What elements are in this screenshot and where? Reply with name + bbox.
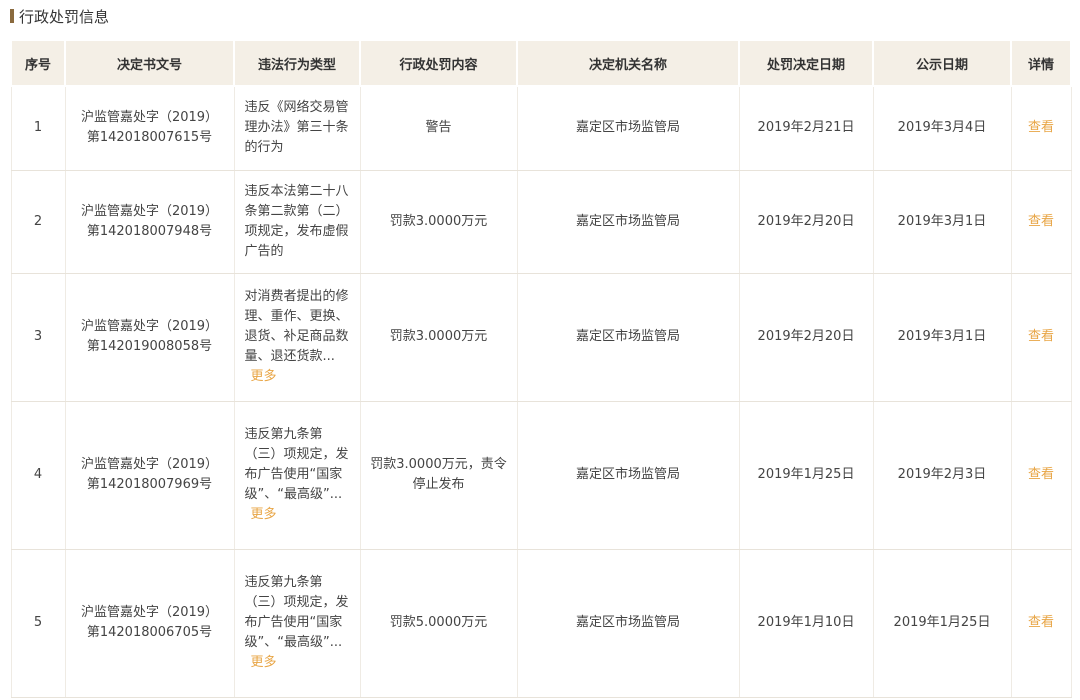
view-detail-link[interactable]: 查看 (1028, 329, 1054, 344)
table-row: 4 沪监管嘉处字（2019） 第142018007969号 违反第九条第（三）项… (10, 401, 1072, 550)
more-link[interactable]: 更多 (251, 369, 277, 384)
cell-index: 3 (10, 273, 66, 402)
cell-penalty: 罚款3.0000万元，责令停止发布 (360, 401, 518, 550)
cell-index: 1 (10, 86, 66, 171)
violation-text: 违反《网络交易管理办法》第三十条的行为 (244, 100, 349, 156)
doc-number-line1: 沪监管嘉处字（2019） (80, 605, 219, 620)
view-detail-link[interactable]: 查看 (1028, 120, 1054, 135)
section-title-bar (10, 9, 14, 23)
cell-penalty: 罚款5.0000万元 (360, 549, 518, 698)
cell-violation-type: 违反本法第二十八条第二款第（二）项规定，发布虚假广告的 (234, 170, 361, 274)
header-decision-date: 处罚决定日期 (738, 39, 874, 87)
cell-publish-date: 2019年1月25日 (873, 549, 1012, 698)
view-detail-link[interactable]: 查看 (1028, 615, 1054, 630)
cell-index: 4 (10, 401, 66, 550)
cell-index: 5 (10, 549, 66, 698)
doc-number-line2: 第142018007948号 (86, 223, 213, 239)
cell-violation-type: 对消费者提出的修理、重作、更换、退货、补足商品数量、退还货款... 更多 (234, 273, 361, 402)
table-row: 5 沪监管嘉处字（2019） 第142018006705号 违反第九条第（三）项… (10, 549, 1072, 698)
cell-authority: 嘉定区市场监管局 (517, 170, 740, 274)
more-link[interactable]: 更多 (251, 655, 277, 670)
table-header-row: 序号 决定书文号 违法行为类型 行政处罚内容 决定机关名称 处罚决定日期 公示日… (10, 39, 1072, 87)
cell-decision-date: 2019年2月20日 (739, 170, 874, 274)
penalty-table: 序号 决定书文号 违法行为类型 行政处罚内容 决定机关名称 处罚决定日期 公示日… (10, 39, 1072, 698)
more-link[interactable]: 更多 (251, 507, 277, 522)
page: 行政处罚信息 序号 决定书文号 违法行为类型 行政处罚内容 决定机关名称 处罚决… (0, 0, 1080, 700)
view-detail-link[interactable]: 查看 (1028, 214, 1054, 229)
header-detail: 详情 (1010, 39, 1072, 87)
cell-detail: 查看 (1011, 170, 1072, 274)
cell-doc-number: 沪监管嘉处字（2019） 第142018006705号 (65, 549, 235, 698)
cell-authority: 嘉定区市场监管局 (517, 273, 740, 402)
cell-index: 2 (10, 170, 66, 274)
cell-doc-number: 沪监管嘉处字（2019） 第142018007615号 (65, 86, 235, 171)
cell-authority: 嘉定区市场监管局 (517, 401, 740, 550)
cell-decision-date: 2019年2月21日 (739, 86, 874, 171)
doc-number-line2: 第142018006705号 (86, 625, 213, 640)
cell-decision-date: 2019年1月10日 (739, 549, 874, 698)
cell-publish-date: 2019年3月1日 (873, 273, 1012, 402)
cell-authority: 嘉定区市场监管局 (517, 86, 740, 171)
cell-doc-number: 沪监管嘉处字（2019） 第142019008058号 (65, 273, 235, 402)
cell-penalty: 罚款3.0000万元 (360, 170, 518, 274)
cell-detail: 查看 (1011, 86, 1072, 171)
table-row: 3 沪监管嘉处字（2019） 第142019008058号 对消费者提出的修理、… (10, 273, 1072, 402)
doc-number-line2: 第142019008058号 (86, 339, 213, 354)
header-violation-type: 违法行为类型 (233, 39, 361, 87)
view-detail-link[interactable]: 查看 (1028, 467, 1054, 482)
table-row: 1 沪监管嘉处字（2019） 第142018007615号 违反《网络交易管理办… (10, 86, 1072, 171)
violation-text: 违反本法第二十八条第二款第（二）项规定，发布虚假广告的 (244, 183, 349, 259)
cell-doc-number: 沪监管嘉处字（2019） 第142018007969号 (65, 401, 235, 550)
violation-text: 违反第九条第（三）项规定，发布广告使用“国家级”、“最高级”... (244, 427, 349, 502)
header-index: 序号 (10, 39, 66, 87)
cell-detail: 查看 (1011, 549, 1072, 698)
cell-penalty: 罚款3.0000万元 (360, 273, 518, 402)
doc-number-line2: 第142018007615号 (86, 130, 213, 146)
cell-violation-type: 违反《网络交易管理办法》第三十条的行为 (234, 86, 361, 171)
cell-detail: 查看 (1011, 273, 1072, 402)
cell-violation-type: 违反第九条第（三）项规定，发布广告使用“国家级”、“最高级”... 更多 (234, 549, 361, 698)
violation-text: 违反第九条第（三）项规定，发布广告使用“国家级”、“最高级”... (244, 575, 349, 650)
section-title: 行政处罚信息 (10, 6, 109, 26)
cell-decision-date: 2019年1月25日 (739, 401, 874, 550)
cell-decision-date: 2019年2月20日 (739, 273, 874, 402)
header-publish-date: 公示日期 (872, 39, 1012, 87)
doc-number-line1: 沪监管嘉处字（2019） (80, 110, 219, 126)
section-title-text: 行政处罚信息 (19, 7, 110, 26)
header-penalty-content: 行政处罚内容 (359, 39, 518, 87)
cell-publish-date: 2019年3月4日 (873, 86, 1012, 171)
table-row: 2 沪监管嘉处字（2019） 第142018007948号 违反本法第二十八条第… (10, 170, 1072, 274)
cell-publish-date: 2019年2月3日 (873, 401, 1012, 550)
doc-number-line1: 沪监管嘉处字（2019） (80, 457, 219, 472)
cell-detail: 查看 (1011, 401, 1072, 550)
cell-authority: 嘉定区市场监管局 (517, 549, 740, 698)
doc-number-line1: 沪监管嘉处字（2019） (80, 319, 219, 334)
doc-number-line2: 第142018007969号 (86, 477, 213, 492)
doc-number-line1: 沪监管嘉处字（2019） (80, 203, 219, 219)
header-doc-number: 决定书文号 (64, 39, 235, 87)
header-authority: 决定机关名称 (516, 39, 740, 87)
cell-violation-type: 违反第九条第（三）项规定，发布广告使用“国家级”、“最高级”... 更多 (234, 401, 361, 550)
cell-doc-number: 沪监管嘉处字（2019） 第142018007948号 (65, 170, 235, 274)
cell-penalty: 警告 (360, 86, 518, 171)
violation-text: 对消费者提出的修理、重作、更换、退货、补足商品数量、退还货款... (244, 289, 349, 364)
cell-publish-date: 2019年3月1日 (873, 170, 1012, 274)
